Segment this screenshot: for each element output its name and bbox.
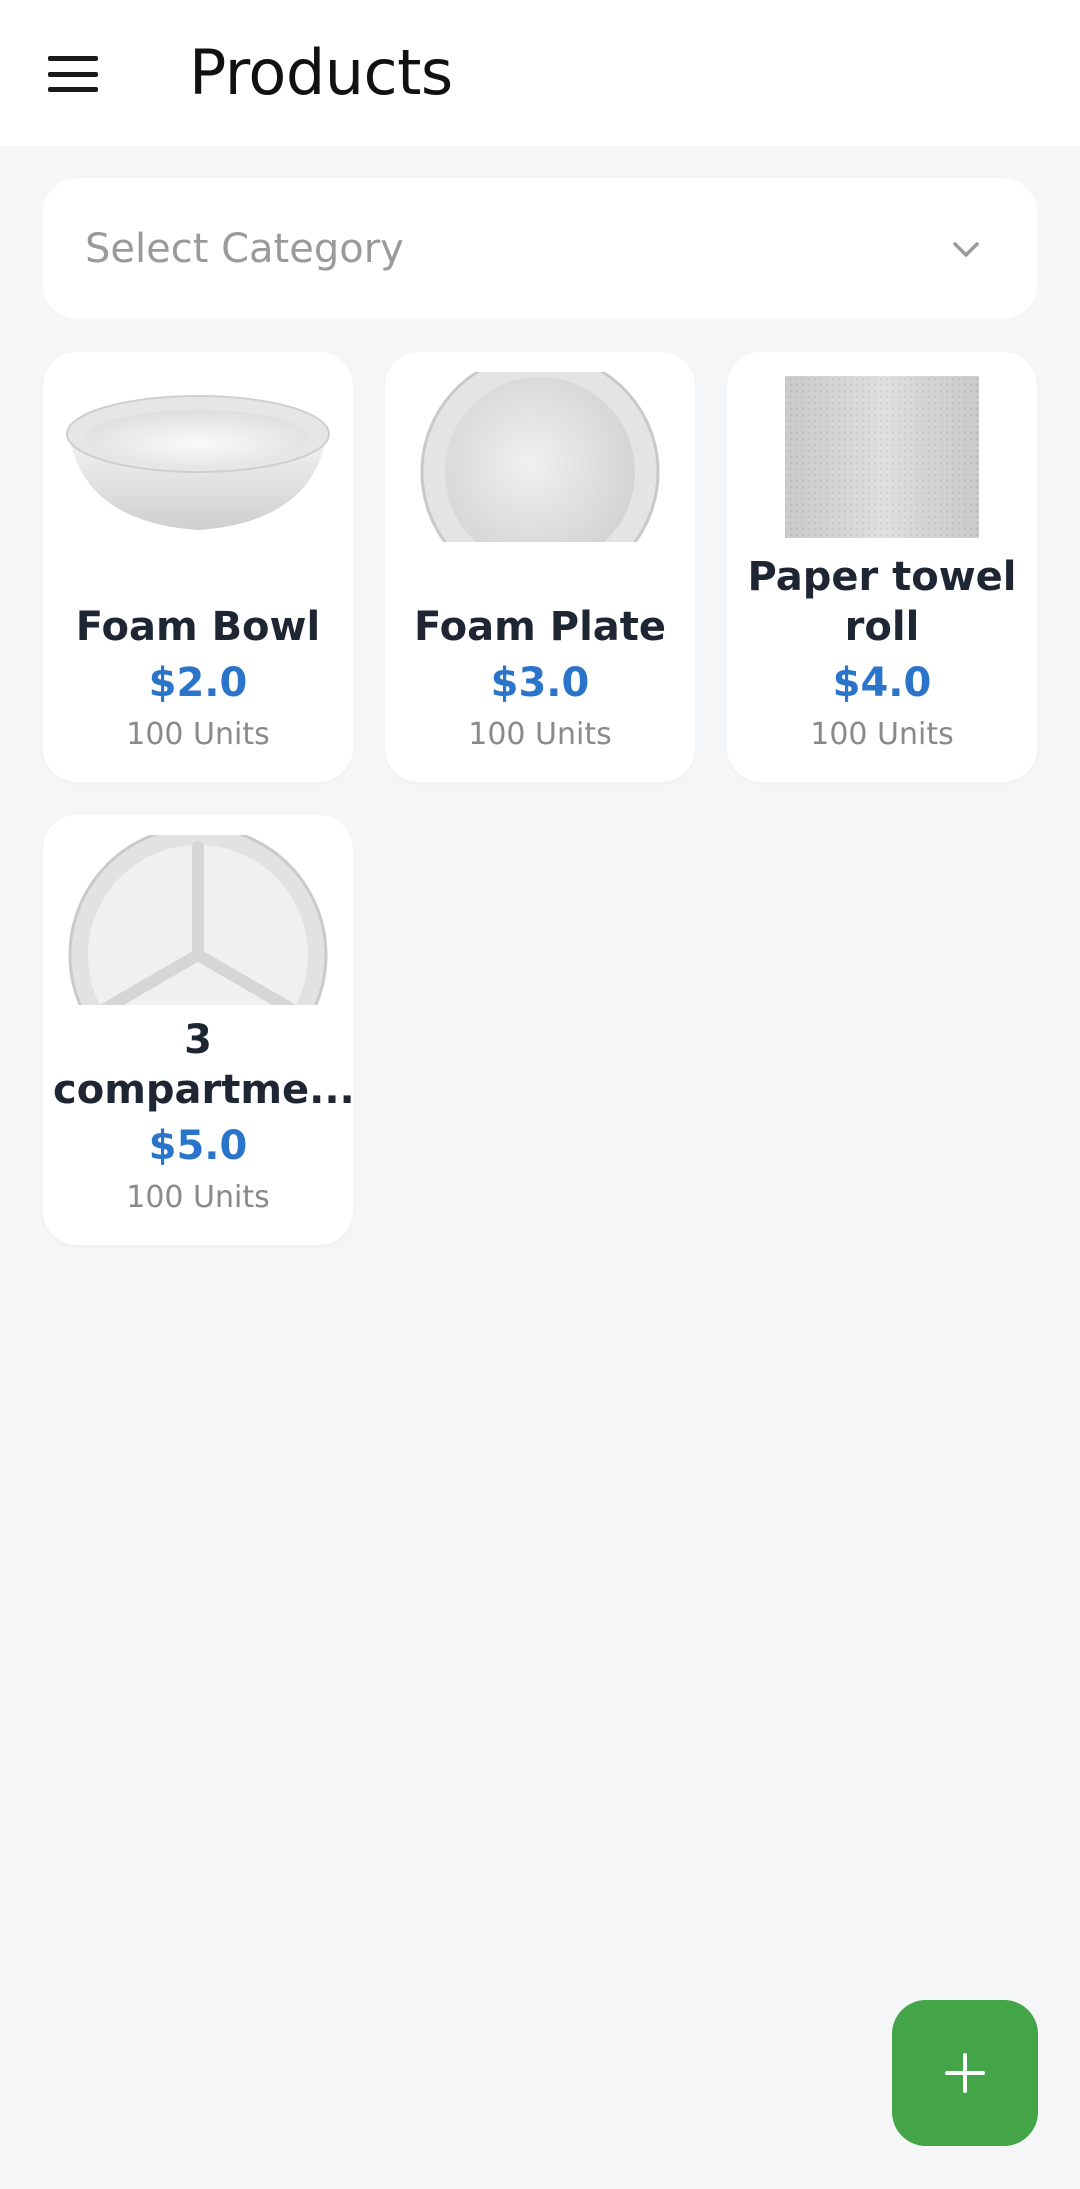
product-units: 100 Units — [126, 717, 270, 752]
paper-towel-roll-image — [747, 372, 1017, 542]
foam-bowl-image — [63, 372, 333, 542]
category-select[interactable]: Select Category — [43, 178, 1037, 319]
product-name: 3 compartme... — [53, 1017, 355, 1113]
hamburger-menu-icon[interactable] — [48, 56, 98, 92]
compartment-plate-image — [63, 835, 333, 1005]
product-units: 100 Units — [468, 717, 612, 752]
category-placeholder: Select Category — [85, 226, 404, 272]
product-card[interactable]: Paper towel roll $4.0 100 Units — [727, 352, 1037, 782]
product-name: Foam Plate — [413, 604, 667, 650]
page-title: Products — [189, 36, 453, 109]
product-card[interactable]: 3 compartme... $5.0 100 Units — [43, 815, 355, 1245]
plus-icon — [945, 2053, 985, 2093]
product-price: $5.0 — [148, 1123, 248, 1169]
product-units: 100 Units — [810, 717, 954, 752]
product-card[interactable]: Foam Plate $3.0 100 Units — [385, 352, 695, 782]
product-price: $2.0 — [148, 660, 248, 706]
product-name: Foam Bowl — [75, 604, 321, 650]
product-units: 100 Units — [126, 1180, 270, 1215]
product-price: $3.0 — [490, 660, 590, 706]
chevron-down-icon — [953, 242, 979, 257]
product-price: $4.0 — [832, 660, 932, 706]
product-card[interactable]: Foam Bowl $2.0 100 Units — [43, 352, 353, 782]
add-product-button[interactable] — [892, 2000, 1038, 2146]
product-name: Paper towel roll — [747, 554, 1017, 650]
app-bar: Products — [0, 0, 1080, 146]
foam-plate-image — [405, 372, 675, 542]
